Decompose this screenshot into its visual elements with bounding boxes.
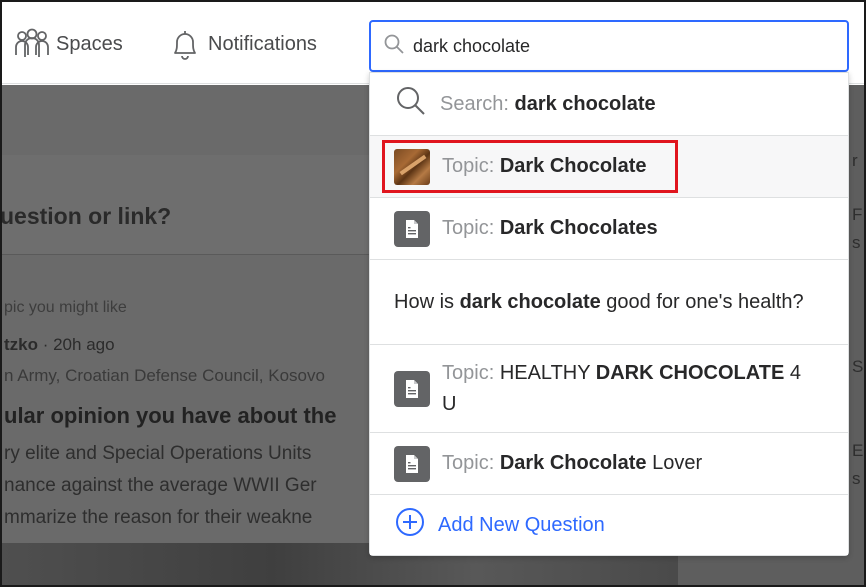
suggestion-label: Topic: Dark Chocolate [442,155,647,177]
sidebar-text-fragment: S [852,357,864,376]
suggestion-topic-healthy-dark-chocolate[interactable]: Topic: HEALTHY DARK CHOCOLATE 4 U [370,345,848,433]
nav-spaces[interactable]: Spaces [14,24,123,64]
suggestion-label: Topic: Dark Chocolate Lover [442,452,703,474]
bell-icon [170,27,200,61]
suggestion-label: Search: dark chocolate [440,92,656,115]
suggestion-label: Topic: Dark Chocolates [442,217,658,239]
add-new-question-button[interactable]: Add New Question [370,495,848,555]
topic-document-icon [394,370,430,407]
search-icon [394,84,428,124]
spaces-people-icon [14,27,50,61]
topic-document-icon [394,210,430,247]
nav-notifications[interactable]: Notifications [170,24,317,64]
author-credentials: n Army, Croatian Defense Council, Kosovo [4,366,325,385]
sidebar-text-fragment: F [852,205,863,224]
post-title: ular opinion you have about the [4,403,337,428]
post-author: tzko · 20h ago [4,335,115,354]
suggestion-label: How is dark chocolate good for one's hea… [394,290,804,313]
suggestion-topic-dark-chocolate[interactable]: Topic: Dark Chocolate [370,136,848,198]
suggestion-topic-dark-chocolate-lover[interactable]: Topic: Dark Chocolate Lover [370,433,848,495]
sidebar-text-fragment: s [852,469,861,488]
post-body-line: ry elite and Special Operations Units [4,443,312,464]
sidebar-text-fragment: E [852,441,864,460]
feed-column: uestion or link? pic you might like tzko… [2,85,372,585]
suggestion-search-query[interactable]: Search: dark chocolate [370,73,848,136]
suggestion-question[interactable]: How is dark chocolate good for one's hea… [370,260,848,345]
topic-thumbnail [394,148,430,185]
sidebar-text-fragment: s [852,233,861,252]
search-input[interactable] [413,35,813,57]
app-window: uestion or link? pic you might like tzko… [0,0,866,587]
search-icon [383,33,405,60]
nav-notifications-label: Notifications [208,32,317,55]
post-body-line: nance against the average WWII Ger [4,475,317,496]
topic-document-icon [394,445,430,482]
search-suggestions-dropdown: Search: dark chocolate Topic: Dark Choco… [369,72,849,556]
suggestion-label: Topic: HEALTHY DARK CHOCOLATE 4 U [442,361,801,415]
search-box[interactable] [369,20,849,72]
suggestion-topic-dark-chocolates[interactable]: Topic: Dark Chocolates [370,198,848,260]
ask-prompt: uestion or link? [2,203,172,229]
suggested-topic-label: pic you might like [4,299,127,316]
post-body-line: mmarize the reason for their weakne [4,507,313,528]
nav-spaces-label: Spaces [56,32,123,55]
plus-circle-icon [394,506,426,544]
add-new-question-label: Add New Question [438,513,605,536]
sidebar-text-fragment: r [852,151,858,170]
